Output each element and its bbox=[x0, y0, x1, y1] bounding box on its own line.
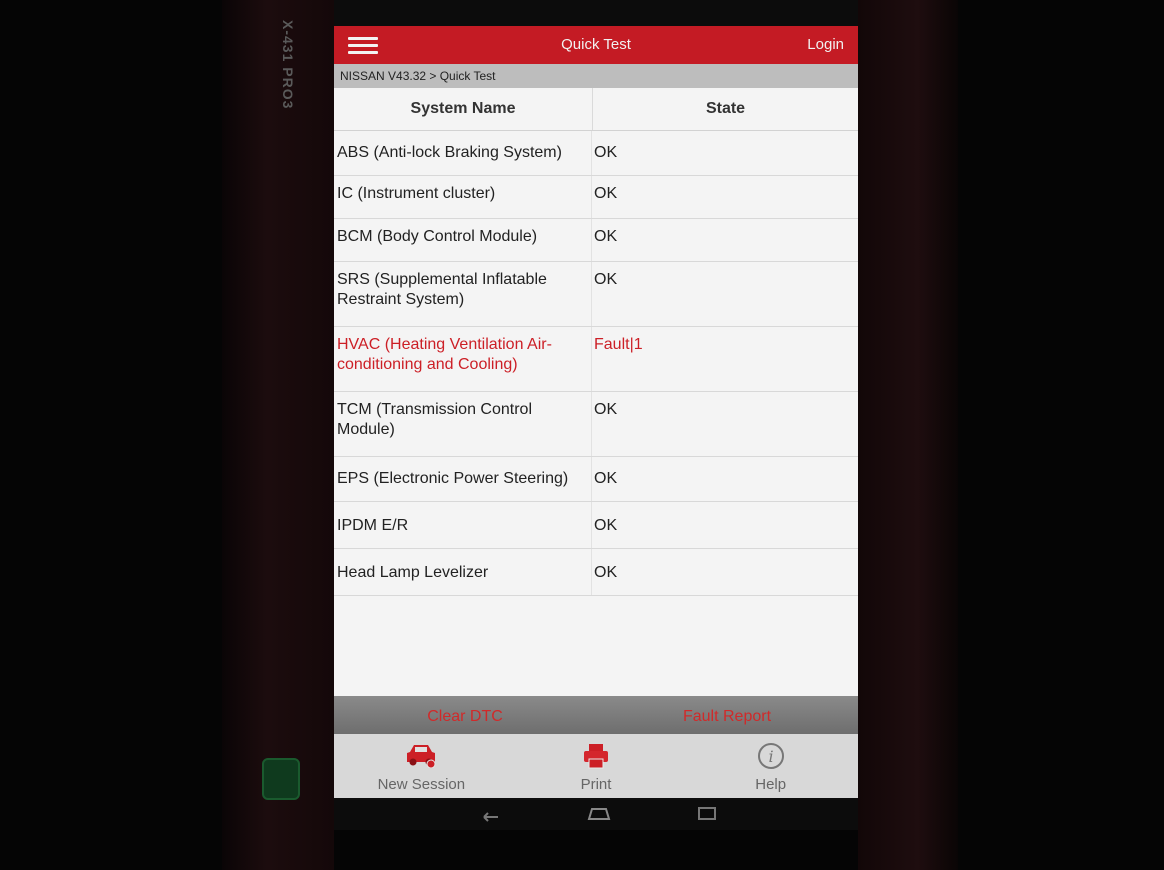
system-table: System Name State ABS (Anti-lock Braking… bbox=[334, 88, 858, 596]
page-title: Quick Test bbox=[561, 36, 631, 53]
table-row[interactable]: Head Lamp Levelizer OK bbox=[334, 549, 858, 596]
new-session-label: New Session bbox=[377, 776, 466, 793]
table-row[interactable]: TCM (Transmission Control Module) OK bbox=[334, 392, 858, 457]
table-row[interactable]: ABS (Anti-lock Braking System) OK bbox=[334, 131, 858, 176]
clear-dtc-button[interactable]: Clear DTC bbox=[334, 696, 596, 734]
recent-apps-icon[interactable] bbox=[696, 804, 718, 822]
new-session-button[interactable]: New Session bbox=[334, 734, 509, 798]
table-row[interactable]: IPDM E/R OK bbox=[334, 502, 858, 549]
table-row[interactable]: EPS (Electronic Power Steering) OK bbox=[334, 457, 858, 502]
column-header-system-name: System Name bbox=[334, 88, 593, 130]
svg-text:i: i bbox=[768, 747, 773, 766]
info-icon: i bbox=[757, 743, 784, 769]
printer-icon bbox=[584, 744, 608, 769]
state-cell: OK bbox=[594, 564, 618, 581]
state-cell: OK bbox=[594, 185, 618, 202]
device-frame-left bbox=[222, 0, 334, 870]
table-row-fault[interactable]: HVAC (Heating Ventilation Air-conditioni… bbox=[334, 327, 858, 392]
system-name-cell: IC (Instrument cluster) bbox=[334, 176, 592, 218]
android-nav-bar bbox=[334, 798, 858, 830]
car-icon bbox=[407, 745, 436, 768]
state-cell: OK bbox=[594, 271, 618, 288]
state-cell-fault: Fault|1 bbox=[594, 336, 643, 353]
system-name-cell: ABS (Anti-lock Braking System) bbox=[334, 131, 592, 175]
device-power-button[interactable] bbox=[262, 758, 300, 800]
system-name-cell: IPDM E/R bbox=[334, 502, 592, 548]
state-cell: OK bbox=[594, 470, 618, 487]
home-icon[interactable] bbox=[586, 804, 612, 822]
fault-report-button[interactable]: Fault Report bbox=[596, 696, 858, 734]
title-bar: Quick Test Login bbox=[334, 26, 858, 64]
system-name-cell: Head Lamp Levelizer bbox=[334, 549, 592, 595]
quick-test-app: Quick Test Login NISSAN V43.32 > Quick T… bbox=[334, 26, 858, 798]
table-row[interactable]: IC (Instrument cluster) OK bbox=[334, 176, 858, 219]
column-header-state: State bbox=[705, 100, 746, 117]
device-frame-right bbox=[858, 0, 958, 870]
help-button[interactable]: i Help bbox=[683, 734, 858, 798]
print-label: Print bbox=[580, 776, 612, 793]
system-name-cell: EPS (Electronic Power Steering) bbox=[334, 457, 592, 501]
table-header: System Name State bbox=[334, 88, 858, 131]
action-bar: Clear DTC Fault Report bbox=[334, 696, 858, 734]
breadcrumb: NISSAN V43.32 > Quick Test bbox=[334, 64, 858, 88]
system-name-cell: BCM (Body Control Module) bbox=[334, 219, 592, 261]
state-cell: OK bbox=[594, 401, 618, 418]
table-row[interactable]: BCM (Body Control Module) OK bbox=[334, 219, 858, 262]
state-cell: OK bbox=[594, 144, 618, 161]
help-label: Help bbox=[755, 776, 787, 793]
device-brand-label: X-431 PRO3 bbox=[280, 20, 296, 110]
device-screen: Quick Test Login NISSAN V43.32 > Quick T… bbox=[334, 0, 858, 830]
login-button[interactable]: Login bbox=[807, 36, 844, 53]
bottom-nav: New Session Print i Help bbox=[334, 734, 858, 798]
table-row[interactable]: SRS (Supplemental Inflatable Restraint S… bbox=[334, 262, 858, 327]
print-button[interactable]: Print bbox=[509, 734, 684, 798]
state-cell: OK bbox=[594, 228, 618, 245]
system-name-cell: HVAC (Heating Ventilation Air-conditioni… bbox=[334, 327, 592, 391]
back-icon[interactable] bbox=[480, 804, 502, 822]
system-name-cell: SRS (Supplemental Inflatable Restraint S… bbox=[334, 262, 592, 326]
system-name-cell: TCM (Transmission Control Module) bbox=[334, 392, 592, 456]
state-cell: OK bbox=[594, 517, 618, 534]
